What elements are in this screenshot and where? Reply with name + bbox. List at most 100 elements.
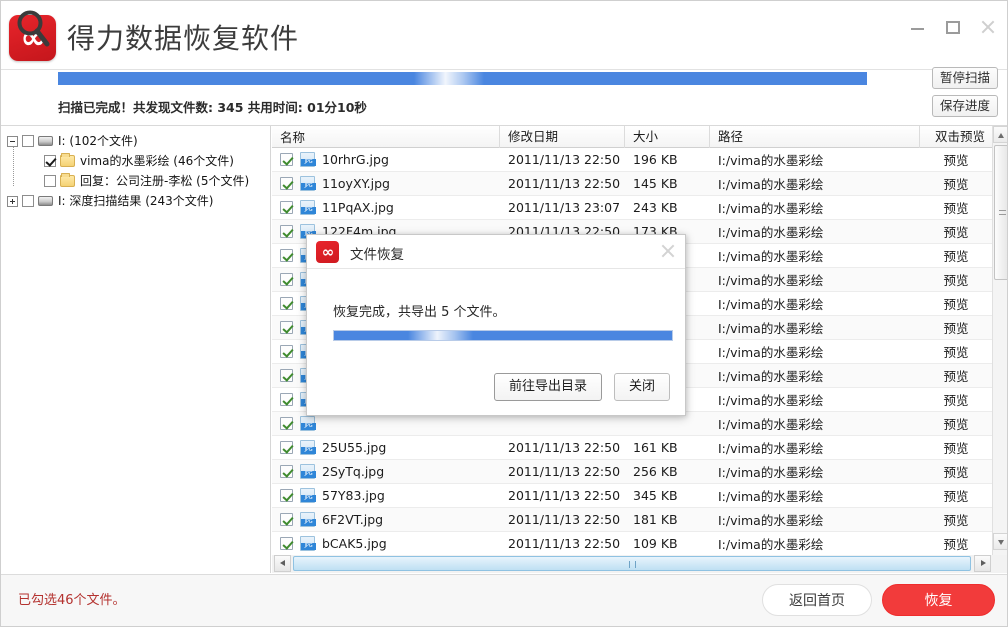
file-path-cell: I:/vima的水墨彩绘	[718, 513, 824, 528]
preview-link[interactable]: 预览	[920, 198, 992, 217]
dialog-close-button[interactable]: 关闭	[613, 373, 670, 401]
column-header-size[interactable]: 大小	[625, 126, 710, 148]
table-row[interactable]: JPG 57Y83.jpg 2011/11/13 22:50 345 KB I:/vim…	[272, 484, 992, 508]
table-row[interactable]: JPG 2SyTq.jpg 2011/11/13 22:50 256 KB I:/vim…	[272, 460, 992, 484]
title-bar: ∞ 得力数据恢复软件	[1, 1, 1007, 70]
preview-link[interactable]: 预览	[920, 294, 992, 313]
row-checkbox[interactable]	[280, 513, 293, 526]
preview-link[interactable]: 预览	[920, 534, 992, 551]
row-checkbox[interactable]	[280, 249, 293, 262]
scroll-left-icon[interactable]	[274, 555, 291, 572]
recover-button[interactable]: 恢复	[882, 584, 995, 616]
preview-link[interactable]: 预览	[920, 342, 992, 361]
row-checkbox[interactable]	[280, 489, 293, 502]
file-name-cell: JPG 2SyTq.jpg	[272, 464, 500, 479]
preview-link[interactable]: 预览	[920, 246, 992, 265]
table-row[interactable]: JPG 11PqAX.jpg 2011/11/13 23:07 243 KB I:/vi…	[272, 196, 992, 220]
tree-node-label: 回复：公司注册-李松 (5个文件)	[80, 174, 250, 188]
file-size-cell: 161 KB	[633, 440, 678, 455]
file-path-cell: I:/vima的水墨彩绘	[718, 201, 824, 216]
horizontal-scrollbar[interactable]	[272, 555, 1007, 573]
scroll-up-icon[interactable]	[993, 126, 1007, 143]
jpg-file-icon: JPG	[300, 416, 316, 431]
open-export-dir-button[interactable]: 前往导出目录	[493, 373, 602, 401]
preview-link[interactable]: 预览	[920, 150, 992, 169]
preview-link[interactable]: 预览	[920, 462, 992, 481]
tree-node[interactable]: I: 深度扫描结果 (243个文件)	[1, 191, 270, 211]
row-checkbox[interactable]	[280, 393, 293, 406]
preview-link[interactable]: 预览	[920, 174, 992, 193]
tree-collapse-icon[interactable]	[7, 135, 18, 147]
tree-node-checkbox[interactable]	[44, 175, 56, 187]
row-checkbox[interactable]	[280, 321, 293, 334]
row-checkbox[interactable]	[280, 297, 293, 310]
table-row[interactable]: JPG 10rhrG.jpg 2011/11/13 22:50 196 KB I:/vi…	[272, 148, 992, 172]
file-name-cell: JPG 10rhrG.jpg	[272, 152, 500, 167]
minimize-icon[interactable]	[907, 17, 929, 37]
table-row[interactable]: JPG 6F2VT.jpg 2011/11/13 22:50 181 KB I:/vim…	[272, 508, 992, 532]
tree-node[interactable]: vima的水墨彩绘 (46个文件)	[1, 151, 270, 171]
dialog-progress-fill	[334, 331, 672, 340]
file-date-cell: 2011/11/13 22:50	[508, 440, 621, 455]
file-path-cell: I:/vima的水墨彩绘	[718, 225, 824, 240]
drive-icon	[38, 136, 53, 146]
row-checkbox[interactable]	[280, 417, 293, 430]
dialog-title: 文件恢复	[350, 247, 404, 263]
tree-expand-icon[interactable]	[7, 195, 18, 207]
file-size-cell: 256 KB	[633, 464, 678, 479]
preview-link[interactable]: 预览	[920, 510, 992, 529]
column-header-preview[interactable]: 双击预览	[920, 126, 992, 148]
file-path-cell: I:/vima的水墨彩绘	[718, 441, 824, 456]
preview-link[interactable]: 预览	[920, 390, 992, 409]
horizontal-scroll-thumb[interactable]	[293, 556, 971, 571]
preview-link[interactable]: 预览	[920, 414, 992, 433]
tree-node-checkbox[interactable]	[22, 135, 34, 147]
row-checkbox[interactable]	[280, 465, 293, 478]
row-checkbox[interactable]	[280, 225, 293, 238]
file-size-cell: 243 KB	[633, 200, 678, 215]
row-checkbox[interactable]	[280, 201, 293, 214]
jpg-file-icon: JPG	[300, 440, 316, 455]
dialog-logo-icon: ∞	[316, 241, 339, 263]
app-window: ∞ 得力数据恢复软件 扫描已完成！共发现文件数: 345 共用时间: 01分10…	[0, 0, 1008, 627]
column-header-path[interactable]: 路径	[710, 126, 920, 148]
file-name-label: 10rhrG.jpg	[322, 152, 389, 167]
pause-scan-button[interactable]: 暂停扫描	[931, 67, 998, 89]
preview-link[interactable]: 预览	[920, 438, 992, 457]
tree-node[interactable]: 回复：公司注册-李松 (5个文件)	[1, 171, 270, 191]
tree-node[interactable]: I: (102个文件)	[1, 131, 270, 151]
dialog-close-icon[interactable]	[659, 242, 677, 260]
row-checkbox[interactable]	[280, 345, 293, 358]
file-name-cell: JPG 25U55.jpg	[272, 440, 500, 455]
table-row[interactable]: JPG 11oyXY.jpg 2011/11/13 22:50 145 KB I:/vi…	[272, 172, 992, 196]
row-checkbox[interactable]	[280, 153, 293, 166]
scan-progress-fill	[58, 72, 867, 85]
dialog-title-bar: ∞ 文件恢复	[307, 235, 685, 269]
preview-link[interactable]: 预览	[920, 486, 992, 505]
preview-link[interactable]: 预览	[920, 318, 992, 337]
vertical-scroll-thumb[interactable]	[994, 145, 1007, 280]
row-checkbox[interactable]	[280, 537, 293, 550]
file-name-cell: JPG 6F2VT.jpg	[272, 512, 500, 527]
vertical-scrollbar[interactable]	[992, 126, 1007, 573]
row-checkbox[interactable]	[280, 441, 293, 454]
row-checkbox[interactable]	[280, 273, 293, 286]
preview-link[interactable]: 预览	[920, 222, 992, 241]
close-icon[interactable]	[977, 17, 999, 37]
back-home-button[interactable]: 返回首页	[762, 584, 872, 616]
tree-node-checkbox[interactable]	[22, 195, 34, 207]
row-checkbox[interactable]	[280, 369, 293, 382]
preview-link[interactable]: 预览	[920, 270, 992, 289]
row-checkbox[interactable]	[280, 177, 293, 190]
column-header-name[interactable]: 名称	[272, 126, 500, 148]
table-row[interactable]: JPG bCAK5.jpg 2011/11/13 22:50 109 KB I:/vim…	[272, 532, 992, 551]
preview-link[interactable]: 预览	[920, 366, 992, 385]
column-header-date[interactable]: 修改日期	[500, 126, 625, 148]
app-title: 得力数据恢复软件	[67, 22, 300, 55]
tree-node-checkbox[interactable]	[44, 155, 56, 167]
maximize-icon[interactable]	[942, 17, 964, 37]
scroll-down-icon[interactable]	[993, 533, 1007, 550]
scroll-right-icon[interactable]	[974, 555, 991, 572]
table-row[interactable]: JPG 25U55.jpg 2011/11/13 22:50 161 KB I:/vim…	[272, 436, 992, 460]
save-progress-button[interactable]: 保存进度	[931, 95, 998, 117]
